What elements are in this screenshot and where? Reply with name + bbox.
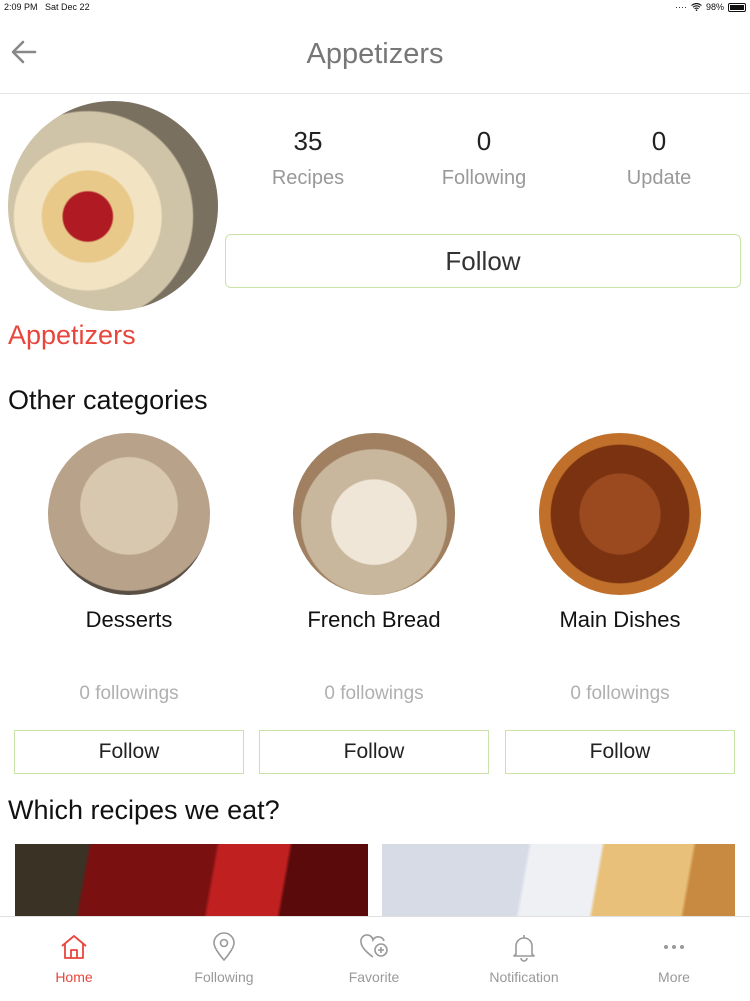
wifi-icon (691, 3, 702, 11)
category-card-name[interactable]: French Bread (259, 607, 489, 633)
status-date: Sat Dec 22 (45, 2, 90, 12)
battery-percent: 98% (705, 2, 724, 12)
recipe-thumbnail[interactable] (15, 844, 368, 916)
status-time: 2:09 PM (4, 2, 38, 12)
category-card-desserts[interactable]: Desserts 0 followings Follow (14, 433, 244, 774)
more-dots-icon (664, 945, 684, 949)
category-followings-count: 0 followings (79, 683, 179, 704)
follow-button[interactable]: Follow (14, 730, 244, 774)
status-bar: 2:09 PM Sat Dec 22 ···· 98% (0, 0, 750, 14)
category-thumbnail[interactable] (48, 433, 210, 595)
heart-plus-icon (360, 934, 388, 958)
category-card-main-dishes[interactable]: Main Dishes 0 followings Follow (505, 433, 735, 774)
stat-label: Recipes (271, 167, 345, 189)
category-followings-count: 0 followings (570, 683, 670, 704)
tab-following[interactable]: Following (169, 931, 279, 985)
stat-value: 35 (293, 126, 323, 156)
tab-label: More (658, 969, 690, 985)
status-indicators: ···· 98% (675, 2, 746, 12)
follow-category-button[interactable]: Follow (225, 234, 741, 288)
category-card-french-bread[interactable]: French Bread 0 followings Follow (259, 433, 489, 774)
category-thumbnail[interactable] (539, 433, 701, 595)
status-time-date: 2:09 PM Sat Dec 22 (4, 2, 90, 12)
tab-label: Following (194, 969, 254, 985)
stat-value: 0 (651, 126, 667, 156)
category-name: Appetizers (8, 320, 136, 350)
battery-icon (728, 2, 746, 12)
tab-home[interactable]: Home (19, 931, 129, 985)
follow-button[interactable]: Follow (505, 730, 735, 774)
signal-dots-icon: ···· (674, 2, 687, 12)
header-bar: Appetizers (0, 14, 750, 94)
category-card-name[interactable]: Main Dishes (505, 607, 735, 633)
page-title: Appetizers (306, 38, 444, 70)
follow-button[interactable]: Follow (259, 730, 489, 774)
home-icon (61, 935, 87, 959)
section-title-recipes: Which recipes we eat? (8, 795, 280, 825)
section-title-other-categories: Other categories (8, 385, 208, 415)
bottom-tab-bar: Home Following Favorite Notification Mor… (0, 916, 750, 1001)
stat-value: 0 (476, 126, 492, 156)
tab-label: Favorite (348, 969, 400, 985)
bell-icon (513, 935, 535, 962)
stat-recipes[interactable]: 35 Recipes (238, 126, 378, 190)
tab-label: Notification (489, 969, 559, 985)
stat-label: Update (626, 167, 692, 189)
location-pin-icon (213, 932, 235, 962)
tab-more[interactable]: More (619, 931, 729, 985)
stat-update[interactable]: 0 Update (589, 126, 729, 190)
tab-label: Home (55, 969, 93, 985)
tab-favorite[interactable]: Favorite (319, 931, 429, 985)
category-card-name[interactable]: Desserts (14, 607, 244, 633)
category-avatar (8, 101, 218, 311)
stat-following[interactable]: 0 Following (414, 126, 554, 190)
stat-label: Following (441, 167, 527, 189)
category-followings-count: 0 followings (324, 683, 424, 704)
recipe-thumbnail[interactable] (382, 844, 735, 916)
tab-notification[interactable]: Notification (469, 931, 579, 985)
category-thumbnail[interactable] (293, 433, 455, 595)
